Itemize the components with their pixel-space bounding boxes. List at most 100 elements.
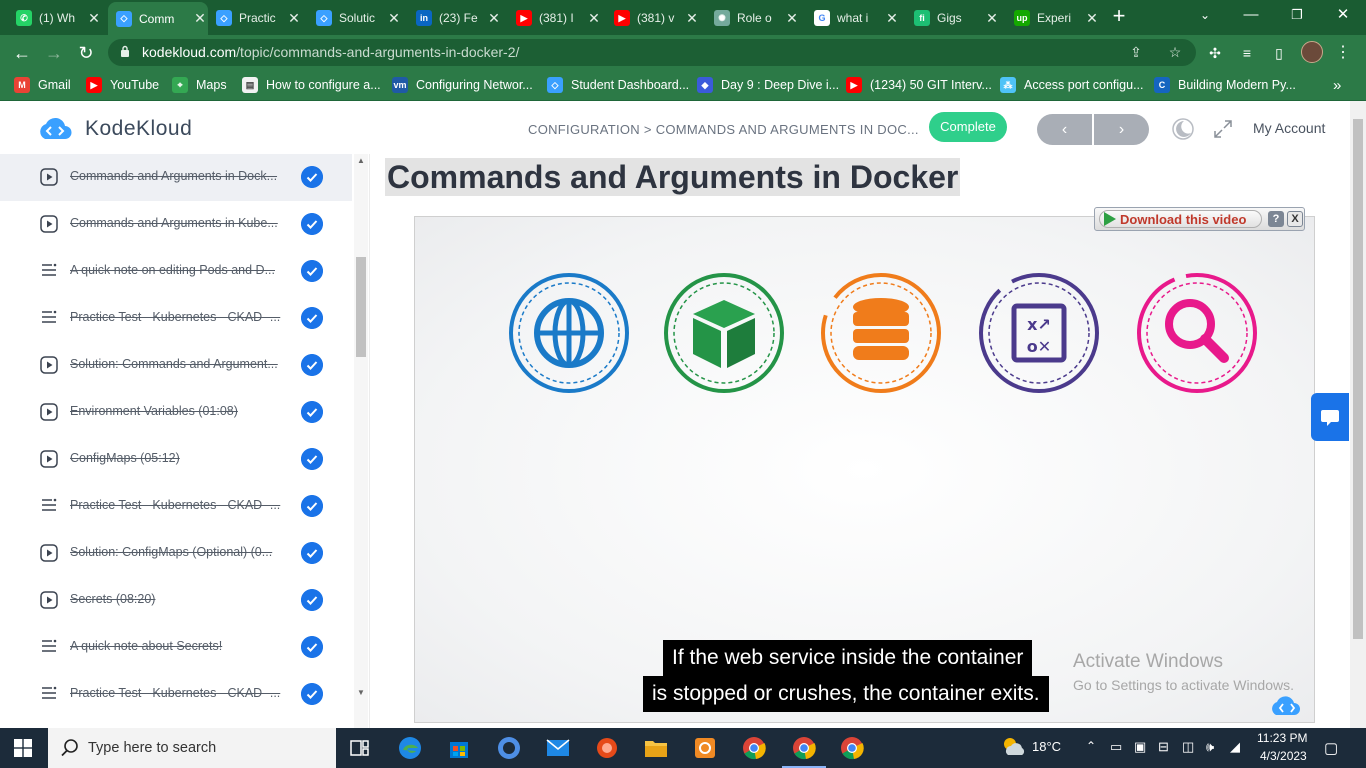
battery-icon[interactable]: ▭ (1110, 739, 1122, 755)
media-control-icon[interactable]: ≡ (1237, 43, 1257, 63)
tab-search-icon[interactable]: ⌄ (1190, 4, 1220, 26)
chrome-profile-icon[interactable] (782, 734, 826, 768)
chrome-h-profile-icon[interactable] (838, 734, 866, 762)
side-panel-icon[interactable]: ▯ (1269, 43, 1289, 63)
browser-tab[interactable]: up Experi ✕ (1006, 6, 1100, 30)
lesson-item[interactable]: Secrets (08:20) (0, 577, 352, 624)
forward-icon[interactable]: → (42, 41, 66, 65)
help-button[interactable]: ? (1268, 211, 1284, 227)
reload-icon[interactable]: ↻ (74, 41, 98, 65)
close-tab-icon[interactable]: ✕ (1084, 10, 1100, 27)
browser-tab[interactable]: in (23) Fe ✕ (408, 6, 502, 30)
weather-icon[interactable] (1000, 735, 1026, 759)
app-swirl-icon[interactable] (593, 734, 621, 762)
back-icon[interactable]: ← (10, 41, 34, 65)
extensions-icon[interactable]: ✣ (1205, 43, 1225, 63)
chrome-icon[interactable] (740, 734, 768, 762)
bookmark-star-icon[interactable]: ☆ (1165, 42, 1185, 62)
weather-temperature[interactable]: 18°C (1032, 739, 1061, 754)
chat-widget-button[interactable] (1311, 393, 1349, 441)
edge-icon[interactable] (396, 734, 424, 762)
next-lesson-button[interactable]: › (1094, 114, 1149, 145)
browser-tab[interactable]: ✆ (1) Wh ✕ (8, 6, 102, 30)
file-explorer-icon[interactable] (642, 734, 670, 762)
page-scroll-thumb[interactable] (1353, 119, 1363, 639)
close-tab-icon[interactable]: ✕ (684, 10, 700, 27)
bookmark-item[interactable]: ▶ (1234) 50 GIT Interv... (846, 76, 992, 94)
browser-tab[interactable]: fi Gigs ✕ (906, 6, 1000, 30)
network-display-icon[interactable]: ▣ (1134, 739, 1146, 755)
lesson-item[interactable]: A quick note on editing Pods and D... (0, 248, 352, 295)
browser-tab[interactable]: ✺ Role o ✕ (706, 6, 800, 30)
lesson-item[interactable]: Practice Test - Kubernetes - CKAD -... (0, 483, 352, 530)
close-tab-icon[interactable]: ✕ (486, 10, 502, 27)
page-scrollbar[interactable] (1350, 101, 1366, 728)
bookmark-item[interactable]: ▤ How to configure a... (242, 76, 381, 94)
close-tab-icon[interactable]: ✕ (884, 10, 900, 27)
minimize-button[interactable]: — (1236, 4, 1266, 26)
close-tab-icon[interactable]: ✕ (784, 10, 800, 27)
lesson-item[interactable]: Solution: ConfigMaps (Optional) (0... (0, 530, 352, 577)
close-download-button[interactable]: X (1287, 211, 1303, 227)
close-tab-icon[interactable]: ✕ (86, 10, 102, 27)
download-video-button[interactable]: Download this video (1099, 210, 1262, 228)
scroll-down-icon[interactable]: ▼ (356, 688, 366, 698)
more-bookmarks-icon[interactable]: » (1333, 76, 1341, 94)
bookmark-item[interactable]: ⁂ Access port configu... (1000, 76, 1144, 94)
lesson-item[interactable]: Solution: Commands and Argument... (0, 342, 352, 389)
previous-lesson-button[interactable]: ‹ (1037, 114, 1092, 145)
store-icon[interactable] (445, 734, 473, 762)
mail-icon[interactable] (544, 734, 572, 762)
close-tab-icon[interactable]: ✕ (586, 10, 602, 27)
task-view-icon[interactable] (346, 734, 374, 762)
address-bar[interactable]: kodekloud.com/topic/commands-and-argumen… (108, 39, 1196, 66)
lesson-item[interactable]: Practice Test - Kubernetes - CKAD -... (0, 295, 352, 342)
lesson-item[interactable]: Practice Test - Kubernetes - CKAD -... (0, 671, 352, 718)
lesson-item[interactable]: Environment Variables (01:08) (0, 389, 352, 436)
notifications-icon[interactable]: ▢ (1324, 739, 1338, 757)
camera-icon[interactable]: ◫ (1182, 739, 1194, 755)
bookmark-item[interactable]: ◇ Student Dashboard... (547, 76, 689, 94)
lesson-item[interactable]: Commands and Arguments in Kube... (0, 201, 352, 248)
browser-tab[interactable]: Gwhat i ✕ (806, 6, 900, 30)
bookmark-item[interactable]: ▶ YouTube (86, 76, 159, 94)
sidebar-scroll-thumb[interactable] (356, 257, 366, 357)
close-tab-icon[interactable]: ✕ (984, 10, 1000, 27)
usb-icon[interactable]: ⊟ (1158, 739, 1169, 755)
bookmark-item[interactable]: ⌖ Maps (172, 76, 227, 94)
dark-mode-icon[interactable] (1171, 117, 1195, 141)
menu-icon[interactable]: ⋮ (1333, 43, 1353, 63)
browser-tab[interactable]: ◇ Practic ✕ (208, 6, 302, 30)
settings-app-icon[interactable] (691, 734, 719, 762)
taskbar-search[interactable]: Type here to search (48, 728, 336, 768)
volume-icon[interactable]: 🕪 (1206, 739, 1214, 755)
share-icon[interactable]: ⇪ (1126, 42, 1146, 62)
complete-button[interactable]: Complete (929, 112, 1007, 142)
clock-time[interactable]: 11:23 PM (1257, 731, 1307, 745)
close-tab-icon[interactable]: ✕ (386, 10, 402, 27)
my-account-link[interactable]: My Account (1253, 120, 1325, 136)
close-tab-icon[interactable]: ✕ (286, 10, 302, 27)
browser-tab[interactable]: ◇ Solutic ✕ (308, 6, 402, 30)
fullscreen-icon[interactable] (1212, 118, 1234, 140)
restore-button[interactable]: ❐ (1282, 4, 1312, 26)
skype-icon[interactable] (495, 734, 523, 762)
bookmark-item[interactable]: C Building Modern Py... (1154, 76, 1296, 94)
bookmark-item[interactable]: M Gmail (14, 76, 71, 94)
tray-overflow-icon[interactable]: ⌃ (1086, 739, 1096, 753)
bookmark-item[interactable]: vm Configuring Networ... (392, 76, 533, 94)
windows-start-icon[interactable] (14, 739, 32, 757)
lesson-item[interactable]: A quick note about Secrets! (0, 624, 352, 671)
lesson-item[interactable]: ConfigMaps (05:12) (0, 436, 352, 483)
scroll-up-icon[interactable]: ▲ (356, 156, 366, 166)
wifi-icon[interactable]: ◢ (1230, 739, 1240, 755)
sidebar-scrollbar[interactable]: ▲ ▼ (354, 154, 368, 728)
new-tab-button[interactable]: + (1108, 4, 1130, 28)
profile-avatar[interactable] (1301, 41, 1323, 63)
breadcrumb[interactable]: CONFIGURATION > COMMANDS AND ARGUMENTS I… (528, 122, 919, 137)
browser-tab[interactable]: ◇ Comm ✕ (108, 2, 208, 35)
bookmark-item[interactable]: ◆ Day 9 : Deep Dive i... (697, 76, 839, 94)
lesson-item[interactable]: Commands and Arguments in Dock... (0, 154, 352, 201)
close-window-button[interactable]: ✕ (1328, 4, 1358, 26)
browser-tab[interactable]: ▶ (381) I ✕ (508, 6, 602, 30)
